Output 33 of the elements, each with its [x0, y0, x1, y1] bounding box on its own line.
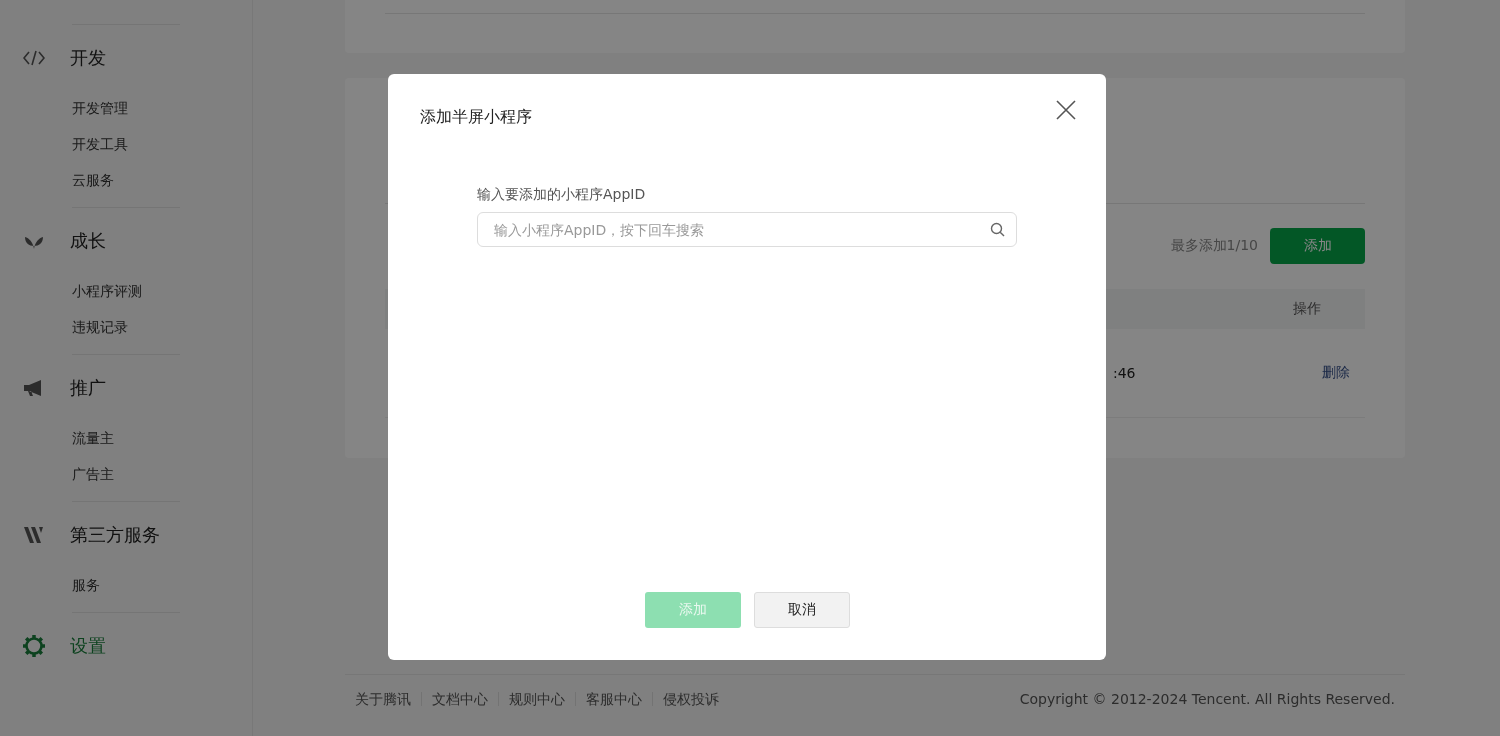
footer-link[interactable]: 文档中心: [421, 692, 498, 706]
sidebar-group[interactable]: 设置: [70, 634, 106, 658]
sidebar-group[interactable]: 开发: [70, 46, 106, 70]
add-button[interactable]: 添加: [1270, 228, 1365, 264]
sidebar-group[interactable]: 成长: [70, 229, 106, 253]
footer-link[interactable]: 规则中心: [498, 692, 575, 706]
code-icon: [23, 50, 45, 66]
footer-link[interactable]: 客服中心: [575, 692, 652, 706]
zigzag-icon: [23, 526, 45, 544]
sidebar-item[interactable]: 违规记录: [72, 319, 128, 337]
sidebar-item[interactable]: 广告主: [72, 466, 114, 484]
delete-link[interactable]: 删除: [1322, 364, 1350, 382]
sidebar-item[interactable]: 云服务: [72, 172, 114, 190]
settings-icon: [22, 634, 46, 658]
search-field[interactable]: 输入小程序AppID，按下回车搜索: [477, 212, 1017, 247]
table-cell: :46: [1113, 365, 1136, 381]
footer-link[interactable]: 侵权投诉: [652, 692, 729, 706]
sidebar-group[interactable]: 第三方服务: [70, 523, 160, 547]
cancel-button[interactable]: 取消: [753, 592, 850, 628]
limit-note: 最多添加1/10: [1170, 237, 1258, 255]
column-header: 操作: [1293, 300, 1321, 318]
sidebar-item[interactable]: 开发管理: [72, 100, 128, 118]
sidebar-item[interactable]: 流量主: [72, 430, 114, 448]
field-label: 输入要添加的小程序AppID: [477, 186, 647, 204]
sidebar-item[interactable]: 小程序评测: [72, 283, 142, 301]
search-icon: [990, 222, 1005, 237]
sidebar-item[interactable]: 服务: [72, 577, 100, 595]
sidebar-group[interactable]: 推广: [70, 376, 106, 400]
copyright-text: Copyright © 2012-2024 Tencent. All Rights Reserved.: [1019, 691, 1395, 707]
close-icon[interactable]: [1056, 100, 1076, 120]
sidebar-item[interactable]: 开发工具: [72, 136, 128, 154]
dialog-title: 添加半屏小程序: [420, 107, 532, 128]
footer-link[interactable]: 关于腾讯: [355, 692, 421, 706]
